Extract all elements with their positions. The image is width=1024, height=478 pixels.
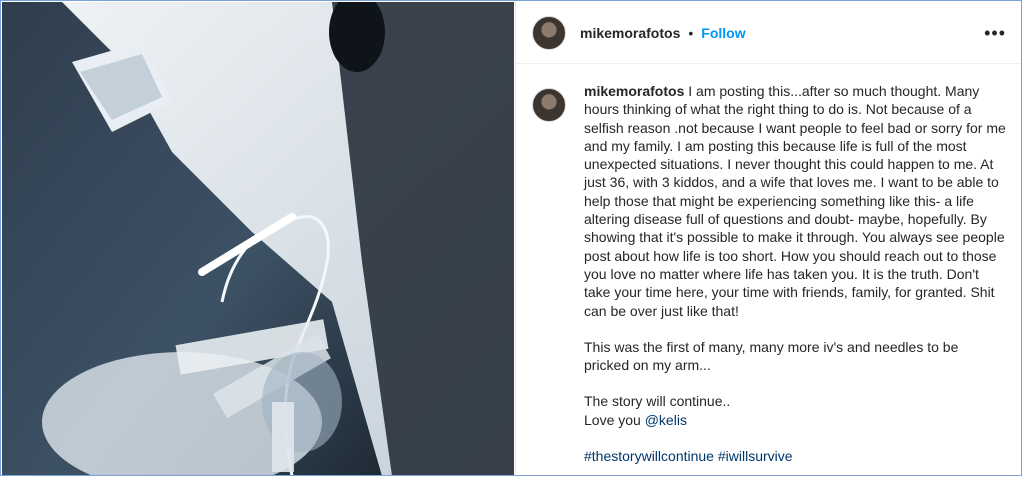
hospital-iv-photo: [2, 2, 514, 475]
follow-button[interactable]: Follow: [701, 25, 745, 41]
caption-body-4: Love you: [584, 411, 641, 428]
post-photo[interactable]: [2, 2, 514, 475]
hashtag-link-2[interactable]: #iwillsurvive: [718, 448, 793, 464]
more-options-icon[interactable]: •••: [984, 24, 1006, 42]
caption-avatar[interactable]: [532, 88, 566, 122]
post-sidebar: mikemorafotos • Follow ••• mikemorafotos…: [515, 2, 1021, 475]
post-header: mikemorafotos • Follow •••: [516, 2, 1021, 64]
caption-paragraph-2: This was the first of many, many more iv…: [584, 338, 959, 374]
caption-body-1: I am posting this...after so much though…: [584, 83, 1006, 319]
caption-text: mikemorafotos I am posting this...after …: [584, 82, 1006, 475]
author-username[interactable]: mikemorafotos: [580, 25, 680, 41]
caption-username[interactable]: mikemorafotos: [584, 83, 684, 99]
separator-dot: •: [688, 24, 694, 41]
post-window: mikemorafotos • Follow ••• mikemorafotos…: [0, 0, 1022, 476]
mention-link[interactable]: @kelis: [645, 412, 687, 428]
hashtags: #thestorywillcontinue #iwillsurvive: [584, 447, 1006, 465]
caption-area: mikemorafotos I am posting this...after …: [516, 82, 1021, 475]
caption-body-3: The story will continue..: [584, 393, 731, 410]
hashtag-link-1[interactable]: #thestorywillcontinue: [584, 448, 714, 464]
caption-paragraph-3: The story will continue.. Love you @kelis: [584, 392, 1006, 429]
caption-paragraph-1: mikemorafotos I am posting this...after …: [584, 82, 1006, 320]
author-avatar[interactable]: [532, 15, 566, 50]
